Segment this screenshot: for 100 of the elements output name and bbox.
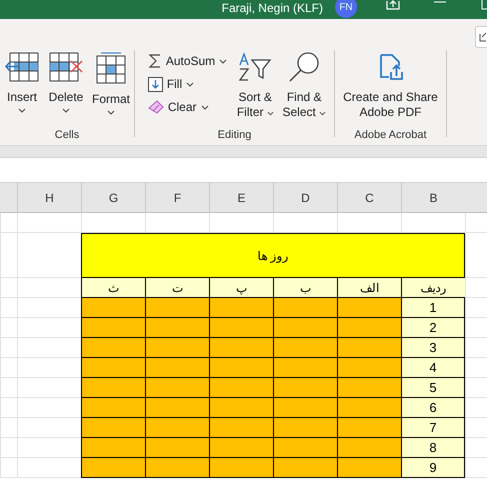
empty-cell bbox=[0, 398, 17, 418]
maximize-icon[interactable] bbox=[481, 0, 487, 10]
find-button[interactable]: Find & Select bbox=[279, 50, 330, 122]
table-cell bbox=[145, 398, 209, 418]
table-header-cell: ب bbox=[273, 278, 337, 298]
sort-button[interactable]: Sort & Filter bbox=[233, 50, 278, 122]
eraser-icon bbox=[148, 100, 164, 114]
empty-cell bbox=[0, 378, 17, 398]
empty-cell bbox=[465, 233, 487, 278]
format-cells-icon bbox=[95, 52, 127, 84]
empty-cell bbox=[0, 458, 17, 478]
table-cell bbox=[81, 358, 145, 378]
document-share-icon bbox=[378, 52, 404, 82]
row-number-cell: 5 bbox=[401, 378, 465, 398]
group-label: Cells bbox=[54, 128, 80, 142]
caret-icon bbox=[186, 82, 194, 86]
user-avatar[interactable]: FN bbox=[335, 0, 357, 18]
search-icon bbox=[288, 52, 320, 82]
table-cell bbox=[81, 298, 145, 318]
clear-button[interactable]: Clear bbox=[148, 96, 228, 118]
table-cell bbox=[209, 358, 273, 378]
caret-icon bbox=[266, 111, 274, 116]
caret-icon bbox=[318, 111, 326, 116]
table-title: روز ها bbox=[81, 233, 465, 278]
row-number-cell: 1 bbox=[401, 298, 465, 318]
table-cell bbox=[81, 438, 145, 458]
table-cell bbox=[273, 378, 337, 398]
empty-cell bbox=[465, 213, 487, 233]
table-cell bbox=[145, 418, 209, 438]
fill-button[interactable]: Fill bbox=[148, 73, 228, 95]
caret-icon bbox=[200, 104, 208, 110]
column-header[interactable]: G bbox=[81, 183, 145, 213]
insert-cells-icon bbox=[4, 52, 40, 82]
table-cell bbox=[209, 298, 273, 318]
table-cell bbox=[209, 338, 273, 358]
table-cell bbox=[337, 358, 401, 378]
empty-cell bbox=[0, 438, 17, 458]
table-cell bbox=[337, 418, 401, 438]
table-cell bbox=[337, 338, 401, 358]
share-icon[interactable] bbox=[386, 0, 400, 10]
row-number-cell: 9 bbox=[401, 458, 465, 478]
expand-icon[interactable] bbox=[475, 26, 487, 48]
row-number-cell: 3 bbox=[401, 338, 465, 358]
column-header[interactable]: C bbox=[337, 183, 401, 213]
table-cell bbox=[273, 418, 337, 438]
table-cell bbox=[209, 398, 273, 418]
delete-button[interactable]: Delete bbox=[45, 50, 87, 115]
table-header-cell: ت bbox=[145, 278, 209, 298]
column-header[interactable]: D bbox=[273, 183, 337, 213]
column-header bbox=[465, 183, 487, 213]
autosum-button[interactable]: AutoSum bbox=[148, 50, 228, 72]
delete-cells-icon bbox=[48, 52, 84, 82]
table-cell bbox=[145, 298, 209, 318]
table-cell bbox=[273, 438, 337, 458]
minimize-icon[interactable] bbox=[434, 1, 446, 3]
sigma-icon bbox=[148, 53, 162, 69]
empty-cell bbox=[0, 418, 17, 438]
table-cell bbox=[145, 318, 209, 338]
empty-cell bbox=[0, 358, 17, 378]
column-header[interactable]: F bbox=[145, 183, 209, 213]
table-cell bbox=[145, 378, 209, 398]
column-header[interactable]: B bbox=[401, 183, 465, 213]
table-cell bbox=[273, 458, 337, 478]
table-cell bbox=[337, 298, 401, 318]
table-cell bbox=[209, 458, 273, 478]
table-cell bbox=[273, 358, 337, 378]
table-cell bbox=[81, 418, 145, 438]
column-header bbox=[0, 183, 17, 213]
fill-icon bbox=[148, 76, 163, 92]
caret-icon bbox=[107, 110, 115, 115]
table-cell bbox=[81, 458, 145, 478]
caret-icon bbox=[219, 58, 228, 64]
empty-cell bbox=[0, 298, 17, 318]
table-cell bbox=[209, 378, 273, 398]
column-header[interactable]: H bbox=[17, 183, 81, 213]
column-header[interactable]: E bbox=[209, 183, 273, 213]
empty-cell bbox=[0, 233, 17, 278]
row-number-cell: 6 bbox=[401, 398, 465, 418]
empty-cell bbox=[0, 338, 17, 358]
table-cell bbox=[337, 398, 401, 418]
table-cell bbox=[81, 338, 145, 358]
table-cell bbox=[81, 398, 145, 418]
table-cell bbox=[273, 298, 337, 318]
caret-icon bbox=[62, 108, 70, 113]
empty-cell bbox=[17, 213, 81, 233]
table-cell bbox=[337, 318, 401, 338]
format-button[interactable]: Format bbox=[89, 50, 133, 117]
table-header-cell: الف bbox=[337, 278, 401, 298]
pdf-button[interactable]: Create and Share Adobe PDF bbox=[338, 50, 442, 122]
table-cell bbox=[145, 358, 209, 378]
group-label: Adobe Acrobat bbox=[354, 128, 427, 142]
table-cell bbox=[81, 318, 145, 338]
row-number-cell: 8 bbox=[401, 438, 465, 458]
table-header-cell: پ bbox=[209, 278, 273, 298]
insert-button[interactable]: Insert bbox=[1, 50, 43, 115]
row-number-cell: 2 bbox=[401, 318, 465, 338]
table-header-cell: ردیف bbox=[401, 278, 465, 298]
table-cell bbox=[209, 438, 273, 458]
group-label: Editing bbox=[218, 128, 252, 142]
table-cell bbox=[273, 338, 337, 358]
